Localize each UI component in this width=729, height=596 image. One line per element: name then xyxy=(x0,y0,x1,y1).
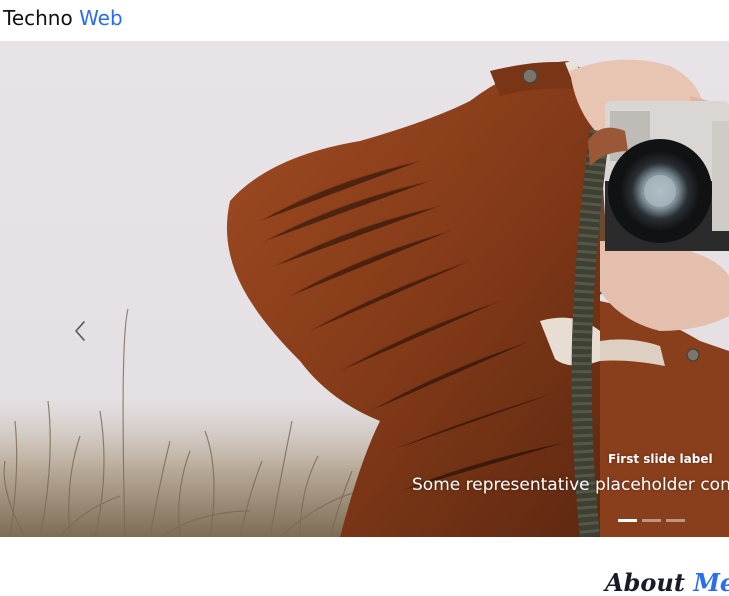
brand-accent-text: Web xyxy=(79,6,123,30)
hero-carousel: First slide label Some representative pl… xyxy=(0,41,729,537)
carousel-indicator-3[interactable] xyxy=(666,519,685,522)
brand-logo[interactable]: Techno Web xyxy=(3,6,123,30)
carousel-prev-button[interactable] xyxy=(62,309,98,353)
navbar: Techno Web xyxy=(0,0,729,41)
brand-main-text: Techno xyxy=(3,6,73,30)
about-heading-accent: Me xyxy=(693,568,729,596)
carousel-indicator-1[interactable] xyxy=(618,519,637,522)
slide-caption-text: Some representative placeholder conte xyxy=(412,475,729,495)
about-heading: About Me xyxy=(605,568,729,596)
carousel-indicator-2[interactable] xyxy=(642,519,661,522)
slide-caption-title: First slide label xyxy=(608,452,713,466)
carousel-indicators xyxy=(618,518,685,524)
about-heading-main: About xyxy=(605,568,685,596)
chevron-left-icon xyxy=(75,321,85,341)
